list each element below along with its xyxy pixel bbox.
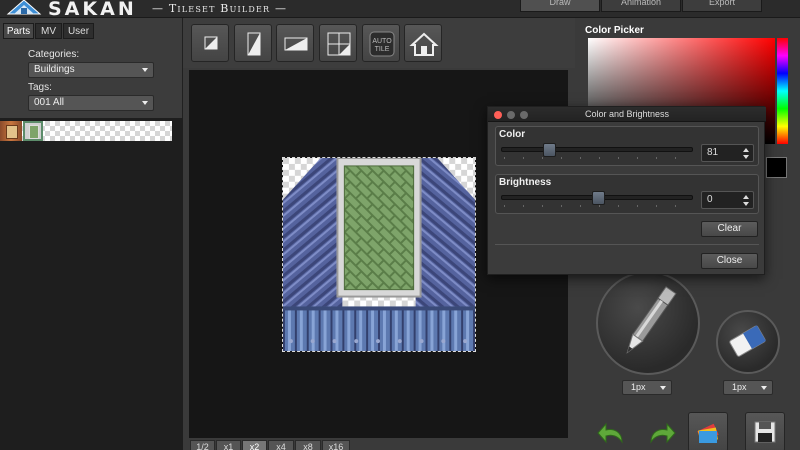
save-disk-icon — [754, 421, 776, 443]
palette-button[interactable] — [688, 412, 728, 450]
tags-select[interactable]: 001 All — [28, 95, 154, 111]
part-thumbnail-window-selected[interactable] — [23, 121, 43, 141]
selected-color-swatch[interactable] — [766, 157, 787, 178]
categories-select[interactable]: Buildings — [28, 62, 154, 78]
header-bar: SAKAN — Tileset Builder — Draw Animation… — [0, 0, 800, 20]
app-window: SAKAN — Tileset Builder — Draw Animation… — [0, 0, 800, 450]
zoom-x16-button[interactable]: x16 — [322, 440, 350, 450]
horizontal-tile-button[interactable] — [276, 24, 314, 62]
single-tile-button[interactable] — [191, 24, 229, 62]
auto-tile-icon: AUTOTILE — [369, 31, 395, 57]
brightness-value: 0 — [707, 194, 713, 205]
zoom-x1-button[interactable]: x1 — [216, 440, 241, 450]
tab-draw[interactable]: Draw — [520, 0, 600, 12]
categories-value: Buildings — [34, 64, 75, 75]
grid-tile-button[interactable] — [319, 24, 357, 62]
house-button[interactable] — [404, 24, 442, 62]
brightness-slider[interactable] — [501, 191, 693, 205]
sakan-logo-icon — [6, 0, 42, 15]
zoom-x4-button[interactable]: x4 — [268, 440, 294, 450]
pen-tool-button[interactable] — [596, 271, 700, 375]
color-slider[interactable] — [501, 143, 693, 157]
color-picker-title: Color Picker — [585, 25, 644, 36]
eraser-tool-button[interactable] — [716, 310, 780, 374]
dialog-title: Color and Brightness — [488, 107, 766, 122]
stepper-up-icon[interactable] — [743, 148, 749, 152]
stepper-down-icon[interactable] — [743, 155, 749, 159]
minimize-window-icon[interactable] — [507, 111, 515, 119]
tab-mv[interactable]: MV — [35, 23, 62, 39]
chevron-down-icon — [761, 386, 767, 390]
color-palette-icon — [697, 423, 719, 443]
pen-size-value: 1px — [631, 382, 646, 392]
redo-icon[interactable] — [645, 420, 677, 448]
zoom-half-button[interactable]: 1/2 — [190, 440, 215, 450]
grid-tile-icon — [327, 32, 351, 56]
house-icon — [409, 32, 439, 56]
pen-size-select[interactable]: 1px — [622, 380, 672, 395]
chevron-down-icon — [142, 68, 148, 72]
color-value: 81 — [707, 147, 719, 158]
app-subtitle: — Tileset Builder — — [152, 2, 288, 15]
tile-preview[interactable] — [282, 157, 476, 352]
color-slider-handle[interactable] — [543, 143, 556, 157]
color-brightness-dialog: Color and Brightness Color 81 Brightness — [487, 106, 766, 275]
tab-animation[interactable]: Animation — [601, 0, 681, 12]
zoom-window-icon[interactable] — [520, 111, 528, 119]
brightness-label: Brightness — [499, 177, 552, 188]
tags-label: Tags: — [28, 82, 52, 93]
dialog-separator — [495, 244, 759, 245]
chevron-down-icon — [660, 386, 666, 390]
brightness-group: Brightness 0 — [495, 174, 759, 214]
categories-label: Categories: — [28, 49, 80, 60]
svg-text:TILE: TILE — [375, 46, 390, 53]
color-label: Color — [499, 129, 526, 140]
color-value-input[interactable]: 81 — [701, 144, 754, 162]
stepper-down-icon[interactable] — [743, 202, 749, 206]
vertical-tile-button[interactable] — [234, 24, 272, 62]
zoom-x8-button[interactable]: x8 — [295, 440, 321, 450]
tab-export[interactable]: Export — [682, 0, 762, 12]
zoom-x2-button[interactable]: x2 — [242, 440, 267, 450]
svg-text:AUTO: AUTO — [372, 38, 392, 45]
part-thumbnail-door[interactable] — [0, 121, 22, 141]
vertical-tile-icon — [247, 32, 261, 56]
undo-icon[interactable] — [596, 420, 628, 448]
auto-tile-button[interactable]: AUTO TILE — [362, 24, 400, 62]
eraser-size-select[interactable]: 1px — [723, 380, 773, 395]
brightness-value-input[interactable]: 0 — [701, 191, 754, 209]
tags-value: 001 All — [34, 97, 65, 108]
single-tile-icon — [204, 36, 218, 50]
pen-icon — [626, 286, 677, 354]
close-button[interactable]: Close — [701, 253, 758, 269]
clear-button[interactable]: Clear — [701, 221, 758, 237]
tab-parts[interactable]: Parts — [3, 23, 34, 39]
color-group: Color 81 — [495, 126, 759, 166]
color-slider-ticks — [504, 157, 692, 159]
brightness-slider-handle[interactable] — [592, 191, 605, 205]
brightness-slider-ticks — [504, 205, 692, 207]
hue-slider[interactable] — [777, 38, 788, 144]
eraser-size-value: 1px — [732, 382, 747, 392]
stepper-up-icon[interactable] — [743, 195, 749, 199]
save-button[interactable] — [745, 412, 785, 450]
tab-user[interactable]: User — [63, 23, 94, 39]
eraser-icon — [729, 325, 766, 357]
chevron-down-icon — [142, 101, 148, 105]
app-brand: SAKAN — [48, 0, 137, 20]
horizontal-tile-icon — [284, 37, 308, 51]
close-window-icon[interactable] — [494, 111, 502, 119]
